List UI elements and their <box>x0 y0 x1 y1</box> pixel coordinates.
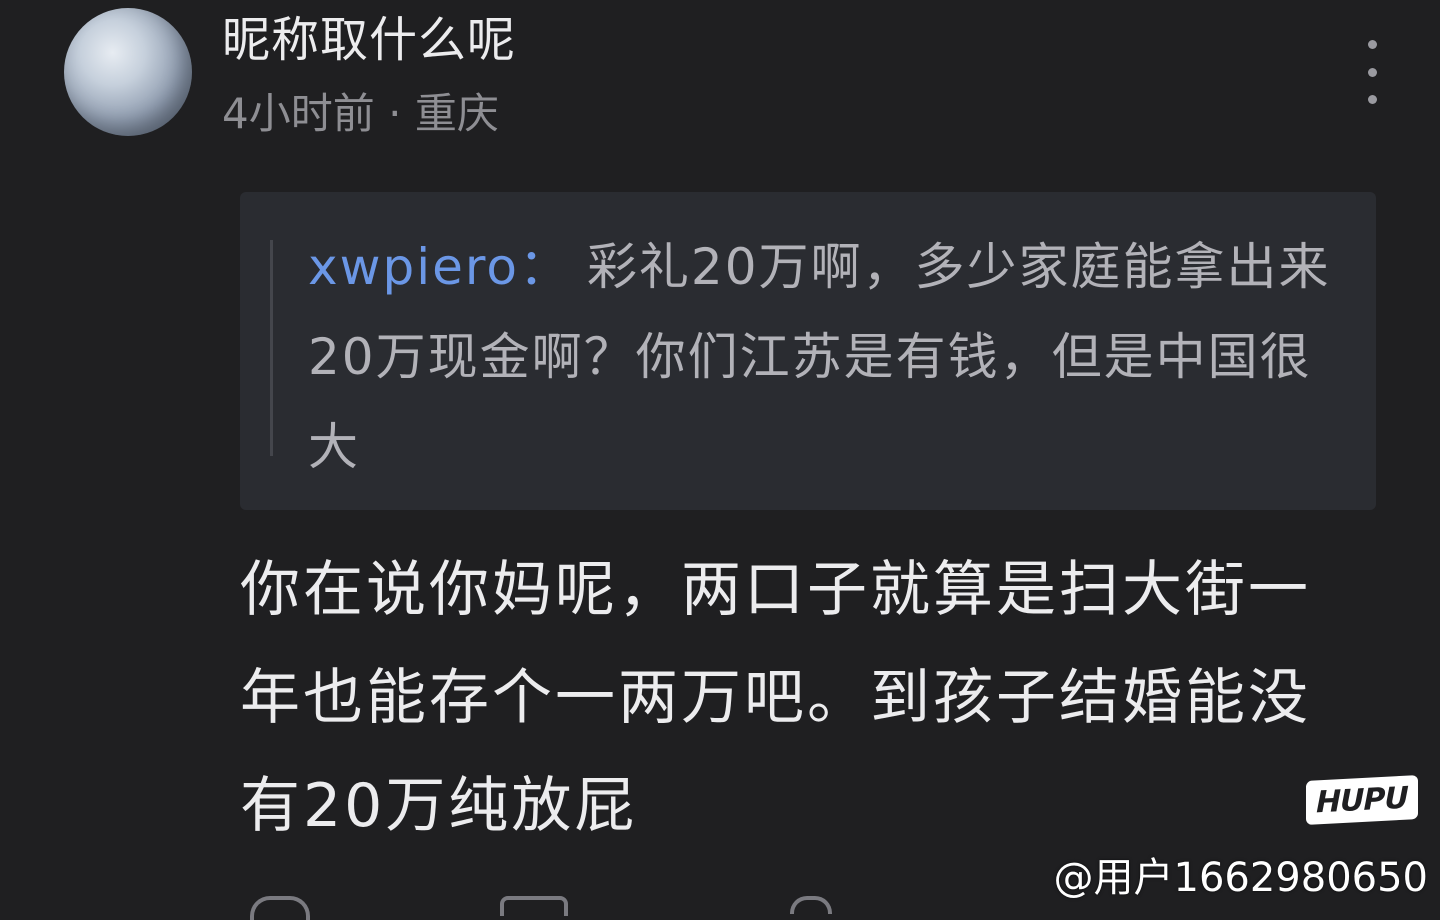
like-icon[interactable] <box>500 896 568 916</box>
quote-colon: ： <box>518 238 571 296</box>
more-dot <box>1367 95 1377 104</box>
comment-body: 你在说你妈呢，两口子就算是扫大街一年也能存个一两万吧。到孩子结婚能没有20万纯放… <box>240 555 1311 841</box>
hupu-logo: HUPU <box>1306 775 1418 825</box>
comment-icon[interactable] <box>250 896 310 920</box>
username[interactable]: 昵称取什么呢 <box>222 10 516 70</box>
hupu-logo-text: HUPU <box>1316 780 1408 820</box>
share-icon[interactable] <box>790 896 832 914</box>
more-dot <box>1367 67 1377 77</box>
user-avatar[interactable] <box>64 8 192 136</box>
quoted-reply-text: xwpiero： 彩礼20万啊，多少家庭能拿出来20万现金啊？你们江苏是有钱，但是… <box>308 222 1344 492</box>
post-meta: 4小时前 · 重庆 <box>222 88 499 140</box>
post-location: 重庆 <box>414 89 499 138</box>
post-time: 4小时前 <box>222 89 375 138</box>
meta-separator: · <box>388 89 402 138</box>
more-vertical-icon[interactable] <box>1360 40 1384 104</box>
quoted-reply-box[interactable]: xwpiero： 彩礼20万啊，多少家庭能拿出来20万现金啊？你们江苏是有钱，但是… <box>240 192 1376 510</box>
quote-author-link[interactable]: xwpiero <box>308 238 519 296</box>
more-dot <box>1367 40 1377 49</box>
quote-bar <box>270 240 273 456</box>
watermark: @用户1662980650 <box>1053 855 1429 901</box>
